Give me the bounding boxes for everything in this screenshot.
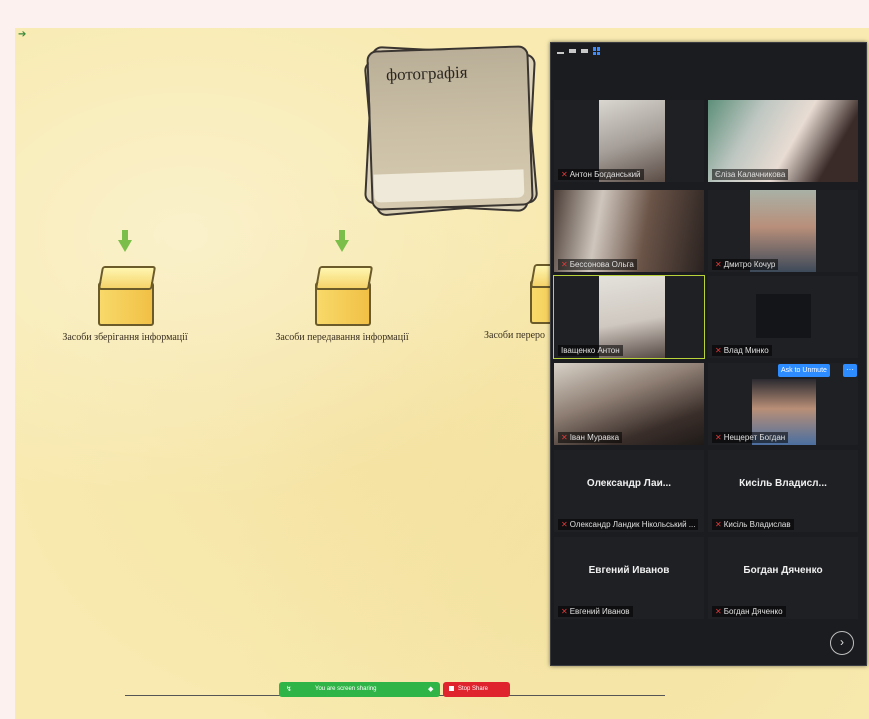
participant-tile[interactable]: ✕ Іван Муравка [554, 363, 704, 445]
sharing-status: You are screen sharing [315, 686, 377, 692]
participant-tile[interactable]: ✕ Антон Богданський [554, 100, 704, 182]
participant-tile-active[interactable]: Іващенко Антон [553, 275, 705, 359]
participant-name: ✕ Антон Богданський [558, 169, 644, 180]
stop-share-button[interactable]: Stop Share [443, 682, 510, 697]
node-transfer: Засоби передавання інформації [247, 230, 437, 343]
node-label: Засоби переро [484, 330, 546, 341]
participant-name: ✕ Богдан Дяченко [712, 606, 786, 617]
mic-muted-icon: ✕ [561, 433, 568, 442]
shield-icon: ◆ [428, 686, 434, 693]
participant-name: ✕ Іван Муравка [558, 432, 623, 443]
participant-tile[interactable]: Єліза Калачникова [708, 100, 858, 182]
card-title: фотографія [385, 62, 468, 85]
participant-name: Єліза Калачникова [712, 169, 789, 180]
cube-icon [528, 264, 550, 324]
mic-muted-icon: ✕ [715, 260, 722, 269]
mic-muted-icon: ✕ [715, 346, 722, 355]
screen-sharing-bar[interactable]: ↯ You are screen sharing ◆ [279, 682, 440, 697]
stop-share-label: Stop Share [458, 686, 489, 692]
participant-display-name: Евгений Иванов [588, 565, 670, 576]
participant-name: Іващенко Антон [558, 345, 623, 356]
more-options-button[interactable]: ··· [843, 364, 857, 377]
participant-video [756, 294, 811, 338]
speaker-view-icon[interactable] [569, 49, 576, 53]
mic-muted-icon: ✕ [561, 170, 568, 179]
participant-name: ✕ Влад Минко [712, 345, 772, 356]
participant-name: ✕ Дмитро Кочур [712, 259, 779, 270]
participant-display-name: Богдан Дяченко [743, 565, 823, 576]
node-storage: Засоби зберігання інформації [30, 230, 220, 343]
cube-icon [313, 266, 374, 326]
participant-tile[interactable]: Кисіль Владисл... ✕ Кисіль Владислав [708, 450, 858, 532]
participant-name: ✕ Олександр Ландик Нікольський ... [558, 519, 699, 530]
card-bottom [373, 169, 525, 203]
mic-muted-icon: ✕ [561, 607, 568, 616]
participant-tile[interactable]: ✕ Бессонова Ольга [554, 190, 704, 272]
mic-muted-icon: ✕ [715, 607, 722, 616]
view-toolbar [557, 47, 601, 55]
participant-display-name: Олександр Лаи... [586, 478, 672, 489]
cube-icon [96, 266, 157, 326]
participant-name: ✕ Кисіль Владислав [712, 519, 794, 530]
mic-muted-icon: ✕ [561, 260, 568, 269]
participant-name: ✕ Бессонова Ольга [558, 259, 637, 270]
photo-card: фотографія [363, 44, 539, 217]
pin-icon[interactable]: ↯ [286, 682, 292, 697]
mic-muted-icon: ✕ [715, 433, 722, 442]
mic-muted-icon: ✕ [715, 520, 722, 529]
gallery-view-icon[interactable] [593, 47, 601, 55]
zoom-gallery-window[interactable]: ✕ Антон Богданський Єліза Калачникова ✕ Бе… [550, 42, 867, 666]
node-label: Засоби зберігання інформації [62, 332, 188, 343]
participant-tile[interactable]: ✕ Влад Минко [708, 276, 858, 358]
ask-to-unmute-button[interactable]: Ask to Unmute [778, 364, 830, 377]
minimize-icon[interactable] [557, 52, 564, 54]
participant-name: ✕ Евгений Иванов [558, 606, 633, 617]
participant-tile[interactable]: Евгений Иванов ✕ Евгений Иванов [554, 537, 704, 619]
arrow-down-icon [118, 230, 132, 252]
participant-tile[interactable]: Олександр Лаи... ✕ Олександр Ландик Нікол… [554, 450, 704, 532]
node-processing: Засоби переро [470, 240, 550, 341]
participant-tile[interactable]: Богдан Дяченко ✕ Богдан Дяченко [708, 537, 858, 619]
stop-icon [449, 685, 454, 691]
node-label: Засоби передавання інформації [275, 332, 409, 343]
participant-tile[interactable]: ✕ Дмитро Кочур [708, 190, 858, 272]
participant-name: ✕ Нещерет Богдан [712, 432, 789, 443]
strip-view-icon[interactable] [581, 49, 588, 53]
participant-display-name: Кисіль Владисл... [739, 478, 827, 489]
chevron-right-icon[interactable]: › [830, 631, 854, 655]
mic-muted-icon: ✕ [561, 520, 568, 529]
arrow-down-icon [335, 230, 349, 252]
pointer-icon: ➔ [18, 29, 27, 40]
